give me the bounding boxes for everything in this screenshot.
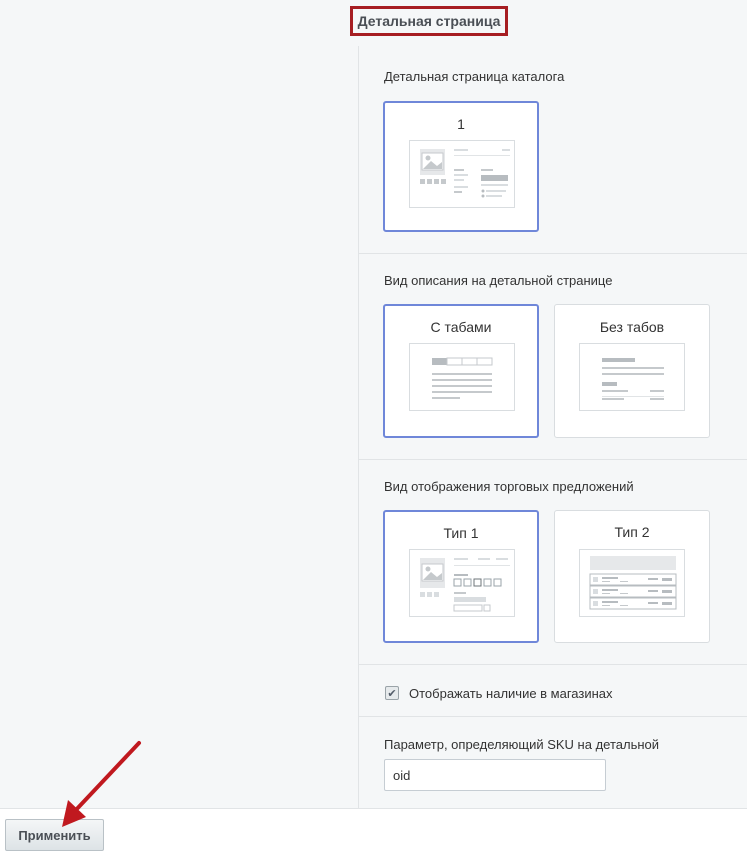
section-offers-view: Вид отображения торговых предложений Тип… bbox=[358, 460, 747, 665]
section-offers-view-label: Вид отображения торговых предложений bbox=[384, 479, 634, 494]
store-availability-checkbox[interactable]: ✔ bbox=[385, 686, 399, 700]
layout-preview-icon bbox=[409, 140, 515, 208]
section-description-view-label: Вид описания на детальной странице bbox=[384, 273, 613, 288]
check-icon: ✔ bbox=[387, 687, 397, 700]
store-availability-label[interactable]: Отображать наличие в магазинах bbox=[409, 686, 613, 701]
option-label: Тип 2 bbox=[614, 524, 650, 540]
option-label: Тип 1 bbox=[443, 525, 479, 541]
no-tabs-layout-icon bbox=[579, 343, 685, 411]
option-label: С табами bbox=[430, 319, 492, 335]
tab-detail-page[interactable]: Детальная страница bbox=[350, 6, 508, 36]
sku-param-label: Параметр, определяющий SKU на детальной bbox=[384, 737, 660, 752]
section-catalog-page: Детальная страница каталога 1 bbox=[358, 46, 747, 254]
type2-layout-icon bbox=[579, 549, 685, 617]
option-label: Без табов bbox=[599, 319, 665, 335]
type1-layout-icon bbox=[409, 549, 515, 617]
option-type-2[interactable]: Тип 2 bbox=[554, 510, 710, 643]
option-catalog-page-1[interactable]: 1 bbox=[383, 101, 539, 232]
option-with-tabs[interactable]: С табами bbox=[383, 304, 539, 438]
option-type-1[interactable]: Тип 1 bbox=[383, 510, 539, 643]
annotation-arrow-icon bbox=[62, 741, 141, 827]
tabs-layout-icon bbox=[409, 343, 515, 411]
tab-detail-page-label: Детальная страница bbox=[357, 13, 501, 29]
option-without-tabs[interactable]: Без табов bbox=[554, 304, 710, 438]
sku-param-input[interactable] bbox=[384, 759, 606, 791]
option-label: 1 bbox=[457, 116, 465, 132]
section-catalog-page-label: Детальная страница каталога bbox=[384, 69, 565, 84]
section-description-view: Вид описания на детальной странице С таб… bbox=[358, 254, 747, 460]
